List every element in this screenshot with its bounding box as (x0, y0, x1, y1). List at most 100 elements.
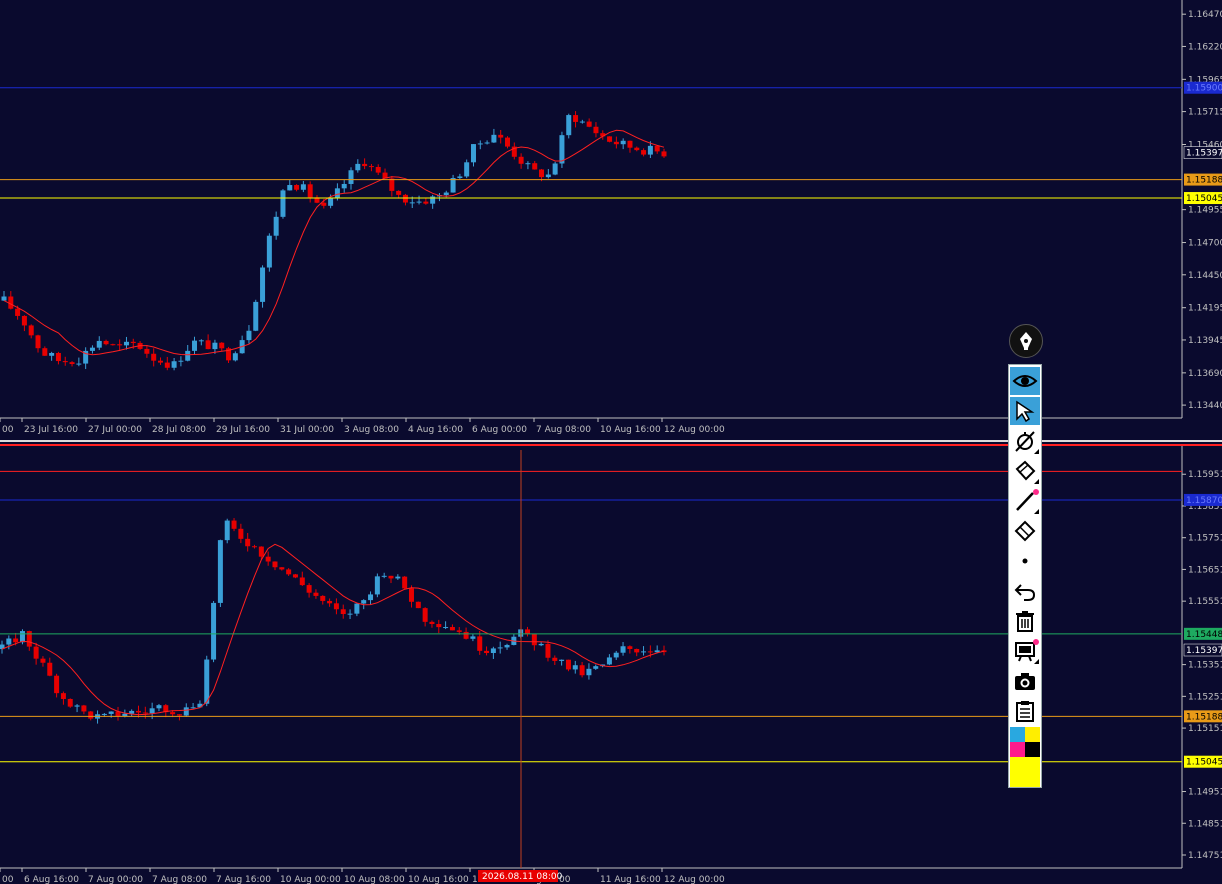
candle-body (415, 601, 421, 609)
time-tick-label: 31 Jul 00:00 (280, 425, 334, 435)
candle-body (178, 360, 184, 362)
level-price-label: 1.15188 (1186, 176, 1222, 186)
candle-body (183, 707, 189, 716)
price-tick-label: 1.15251 (1188, 692, 1222, 702)
candle-body (103, 340, 109, 345)
candle-body (35, 335, 41, 349)
clipboard-icon[interactable] (1010, 697, 1040, 725)
price-tick-label: 1.14700 (1188, 239, 1222, 249)
candle-body (504, 644, 510, 648)
candle-body (198, 340, 204, 342)
candle-body (164, 362, 170, 368)
candle-body (299, 577, 305, 586)
price-tick-label: 1.13945 (1188, 336, 1222, 346)
candle-body (647, 651, 653, 653)
candle-body (396, 190, 402, 195)
candle-body (287, 185, 293, 191)
candle-body (641, 651, 647, 653)
palette-swatch-1[interactable] (1025, 727, 1040, 742)
candle-body (347, 613, 353, 615)
candle-body (144, 348, 150, 354)
candle-body (190, 707, 196, 709)
undo-icon[interactable] (1010, 577, 1040, 605)
candle-body (334, 188, 340, 199)
candle-body (33, 646, 39, 659)
cursor-arrow-icon[interactable] (1010, 397, 1040, 425)
candle-body (497, 647, 503, 649)
candle-body (647, 145, 653, 155)
eraser-tag-icon[interactable] (1010, 457, 1040, 485)
candle-body (266, 235, 272, 268)
candle-body (340, 609, 346, 615)
candle-body (110, 344, 116, 346)
candle-body (348, 170, 354, 184)
candle-body (1, 296, 7, 301)
candle-body (129, 710, 135, 714)
candle-body (74, 705, 80, 707)
trash-icon[interactable] (1010, 607, 1040, 635)
candle-body (211, 602, 217, 660)
level-price-label: 1.15900 (1186, 84, 1222, 94)
candle-body (246, 330, 252, 341)
candle-body (491, 134, 497, 143)
candle-body (176, 714, 182, 716)
candle-body (307, 184, 313, 198)
candle-body (559, 659, 565, 661)
candle-body (62, 361, 68, 363)
time-tick-label: 7 Aug 08:00 (536, 425, 591, 435)
price-tick-label: 1.16220 (1188, 42, 1222, 52)
active-indicator-dot (1033, 489, 1039, 495)
candle-body (170, 712, 176, 715)
candle-body (49, 352, 55, 356)
price-tick-label: 1.14951 (1188, 788, 1222, 798)
candle-body (409, 202, 415, 204)
candle-body (422, 608, 428, 622)
dot-icon[interactable] (1010, 547, 1040, 575)
candle-body (217, 540, 223, 603)
time-tick-label: 00 (2, 875, 14, 884)
candle-body (320, 595, 326, 601)
candle-body (572, 665, 578, 670)
eye-icon[interactable] (1010, 367, 1040, 395)
candle-body (280, 190, 286, 217)
candle-body (654, 650, 660, 653)
candle-body (641, 150, 647, 155)
candle-body (6, 638, 12, 645)
time-tick-label: 10 Aug 08:00 (344, 875, 405, 884)
candle-body (327, 600, 333, 604)
candle-body (204, 659, 210, 704)
candle-body (286, 569, 292, 575)
candle-body (374, 576, 380, 595)
candle-body (654, 145, 660, 152)
candle-body (185, 350, 191, 361)
price-tick-label: 1.16470 (1188, 10, 1222, 20)
candle-body (375, 166, 381, 173)
camera-icon[interactable] (1010, 667, 1040, 695)
candle-body (593, 666, 599, 669)
candle-body (224, 520, 230, 541)
candle-body (149, 708, 155, 714)
candle-body (42, 348, 48, 356)
crosshair-off-icon[interactable] (1010, 427, 1040, 455)
time-tick-label: 7 Aug 08:00 (152, 875, 207, 884)
candle-body (532, 163, 538, 170)
candle-body (368, 166, 374, 168)
candle-body (192, 340, 198, 351)
candle-body (477, 636, 483, 651)
candle-body (490, 648, 496, 654)
price-tick-label: 1.13440 (1188, 401, 1222, 411)
candle-body (559, 135, 565, 164)
candle-body (531, 634, 537, 646)
ruler-icon[interactable] (1010, 517, 1040, 545)
candle-body (586, 668, 592, 676)
candle-body (613, 141, 619, 145)
palette-swatch-4[interactable] (1010, 757, 1040, 787)
candle-body (313, 592, 319, 596)
price-tick-label: 1.15551 (1188, 597, 1222, 607)
palette-swatch-0[interactable] (1010, 727, 1025, 742)
pen-icon[interactable] (1009, 324, 1043, 358)
candle-body (606, 657, 612, 665)
palette-swatch-3[interactable] (1025, 742, 1040, 757)
candle-body (108, 711, 114, 714)
palette-swatch-2[interactable] (1010, 742, 1025, 757)
